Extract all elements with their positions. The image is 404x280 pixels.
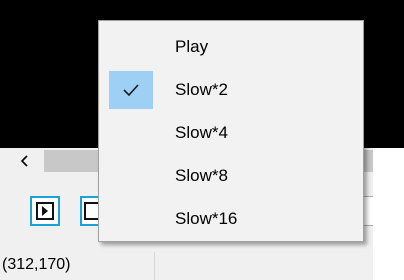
menu-item-slow-4[interactable]: Slow*4: [103, 114, 359, 152]
play-frame-icon: [36, 202, 54, 220]
menu-item-play[interactable]: Play: [103, 28, 359, 66]
cursor-coordinates: (312,170): [2, 256, 71, 273]
horizontal-scrollbar-track[interactable]: [44, 150, 104, 172]
menu-item-slow-16[interactable]: Slow*16: [103, 200, 359, 238]
playback-speed-menu: Play Slow*2 Slow*4 Slow*8 Slow*16: [98, 20, 364, 242]
menu-item-slow-2[interactable]: Slow*2: [103, 71, 359, 109]
status-separator: [154, 252, 155, 280]
chevron-left-icon: [20, 155, 28, 167]
play-frame-button[interactable]: [30, 196, 60, 226]
side-panel: [373, 148, 404, 280]
menu-item-label: Play: [175, 37, 209, 56]
menu-item-slow-8[interactable]: Slow*8: [103, 157, 359, 195]
toolbar-field[interactable]: [363, 196, 373, 226]
scroll-left-button[interactable]: [8, 150, 42, 172]
menu-item-label: Slow*2: [175, 80, 228, 99]
menu-item-label: Slow*4: [175, 123, 228, 142]
checkmark-icon: [109, 71, 153, 109]
horizontal-scrollbar-track-end[interactable]: [363, 150, 373, 172]
menu-item-label: Slow*8: [175, 166, 228, 185]
menu-item-label: Slow*16: [175, 209, 238, 228]
step-frame-icon: [84, 202, 98, 220]
